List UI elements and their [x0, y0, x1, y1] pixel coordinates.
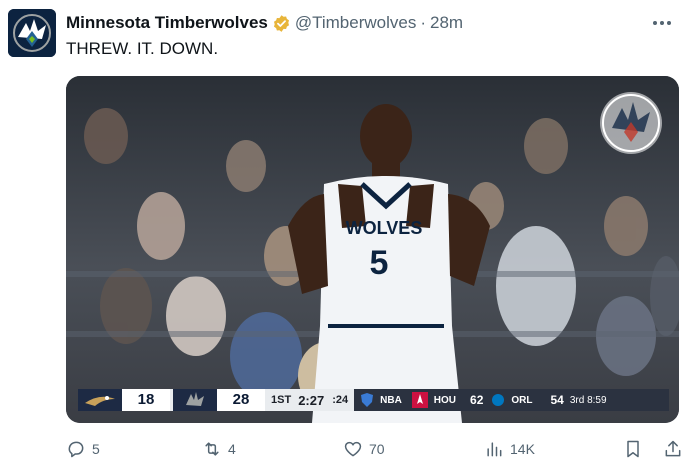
network-label: NBA: [380, 394, 402, 406]
reply-button[interactable]: 5: [66, 437, 100, 461]
more-options-button[interactable]: [649, 13, 675, 33]
magic-logo-icon: [492, 394, 505, 406]
verified-badge-icon[interactable]: [272, 14, 291, 33]
reply-icon: [68, 441, 84, 458]
reply-count: 5: [92, 441, 100, 457]
like-count: 70: [369, 441, 385, 457]
like-button[interactable]: 70: [343, 437, 385, 461]
action-bar: 5 4 70 14K: [66, 437, 681, 461]
heart-icon: [344, 441, 362, 457]
timestamp[interactable]: 28m: [430, 13, 463, 33]
rockets-logo-icon: [411, 392, 428, 408]
shot-clock: :24: [332, 394, 349, 406]
share-icon: [665, 440, 681, 457]
ticker-score-a: 62: [470, 393, 484, 407]
jersey-text: WOLVES: [346, 218, 423, 238]
quarter-label: 1ST: [271, 394, 292, 406]
tweet-header: Minnesota Timberwolves @Timberwolves · 2…: [66, 12, 463, 34]
ticker-period: 3rd 8:59: [569, 394, 607, 406]
author-handle[interactable]: @Timberwolves: [295, 13, 416, 33]
author-name[interactable]: Minnesota Timberwolves: [66, 13, 268, 33]
ticker-team-a: HOU: [433, 394, 457, 406]
ticker-score-b: 54: [550, 393, 564, 407]
timberwolves-small-logo-icon: [173, 389, 217, 411]
retweet-count: 4: [228, 441, 236, 457]
home-score: 28: [217, 389, 265, 411]
views-chart-icon: [487, 442, 502, 457]
bookmark-icon: [627, 440, 639, 458]
video-frame: WOLVES 5: [66, 76, 679, 423]
video-media[interactable]: WOLVES 5 18 28 1ST 2:27 :24 NBA HOU 62 O…: [66, 76, 679, 423]
separator-dot: ·: [420, 13, 427, 32]
home-team-block: 28: [173, 389, 265, 411]
view-count: 14K: [510, 441, 535, 457]
bookmark-button[interactable]: [623, 437, 649, 461]
game-clock: 2:27: [298, 392, 325, 408]
retweet-button[interactable]: 4: [202, 437, 236, 461]
scorebug: 18 28 1ST 2:27 :24 NBA HOU 62 ORL 54 3rd…: [78, 389, 669, 411]
timberwolves-logo-icon: [8, 9, 56, 57]
retweet-icon: [205, 442, 219, 456]
jersey-number: 5: [370, 244, 389, 282]
timberwolves-watermark-icon: [600, 92, 662, 154]
more-dots-icon: [653, 21, 671, 25]
tweet-text: THREW. IT. DOWN.: [66, 39, 219, 58]
avatar[interactable]: [8, 9, 56, 57]
views-button[interactable]: 14K: [484, 437, 535, 461]
away-team-block: 18: [78, 389, 170, 411]
shield-logo-icon: [361, 393, 374, 407]
ticker-team-b: ORL: [511, 394, 533, 406]
share-button[interactable]: [663, 437, 689, 461]
pelicans-logo-icon: [78, 389, 122, 411]
ticker-block: NBA HOU 62 ORL 54 3rd 8:59: [354, 389, 669, 411]
away-score: 18: [122, 389, 170, 411]
